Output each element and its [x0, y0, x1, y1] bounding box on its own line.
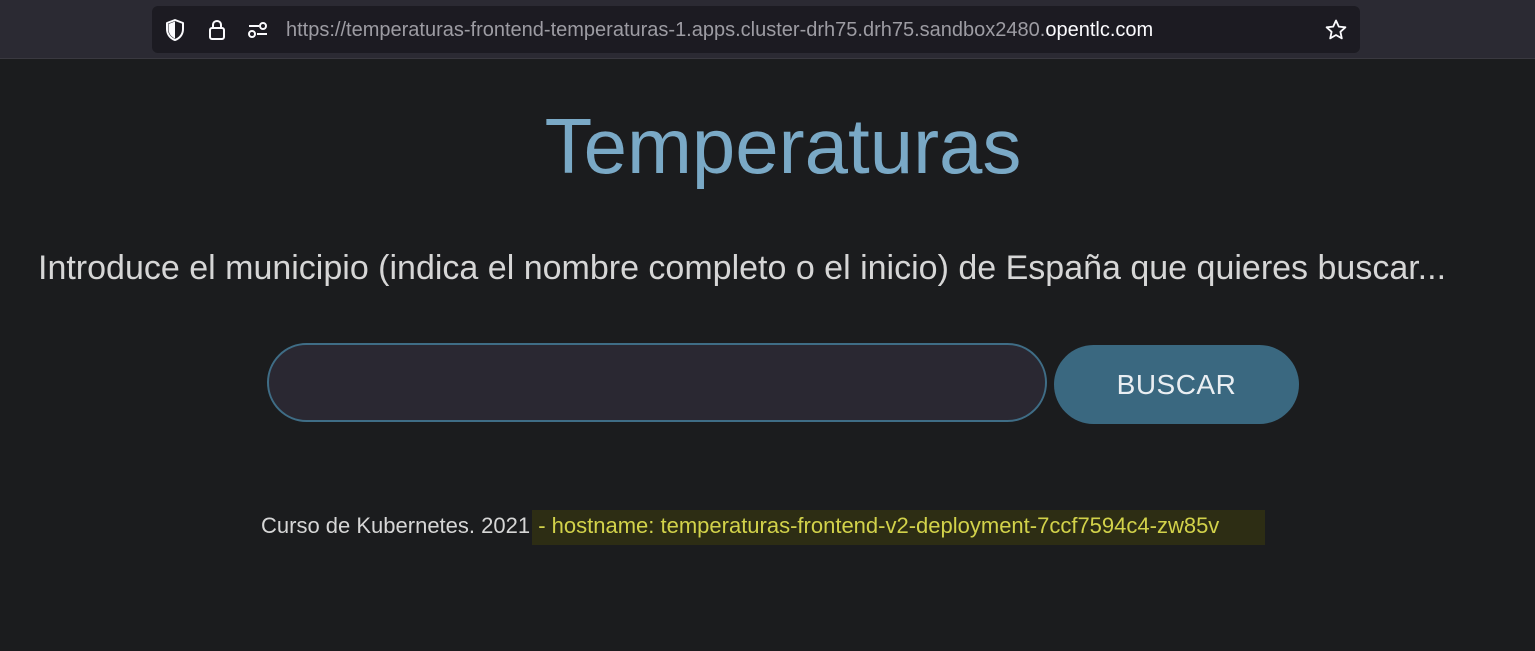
footer-text: Curso de Kubernetes. 2021	[261, 513, 531, 538]
search-input[interactable]	[267, 343, 1047, 422]
footer: Curso de Kubernetes. 2021 - hostname: te…	[261, 510, 1266, 545]
page-content: Temperaturas Introduce el municipio (ind…	[0, 60, 1535, 651]
hostname-label: - hostname: temperaturas-frontend-v2-dep…	[532, 510, 1266, 545]
shield-icon[interactable]	[163, 18, 187, 42]
star-icon[interactable]	[1324, 18, 1348, 42]
browser-toolbar: https://temperaturas-frontend-temperatur…	[0, 0, 1535, 59]
search-button[interactable]: BUSCAR	[1054, 345, 1299, 424]
search-prompt: Introduce el municipio (indica el nombre…	[38, 249, 1447, 287]
address-bar[interactable]: https://temperaturas-frontend-temperatur…	[152, 6, 1360, 53]
lock-icon[interactable]	[205, 18, 229, 42]
url-domain: opentlc.com	[1045, 19, 1154, 41]
url-prefix: https://temperaturas-frontend-temperatur…	[286, 19, 1046, 41]
permissions-icon[interactable]	[246, 18, 270, 42]
url-text[interactable]: https://temperaturas-frontend-temperatur…	[286, 18, 1153, 42]
page-title: Temperaturas	[544, 102, 1022, 190]
